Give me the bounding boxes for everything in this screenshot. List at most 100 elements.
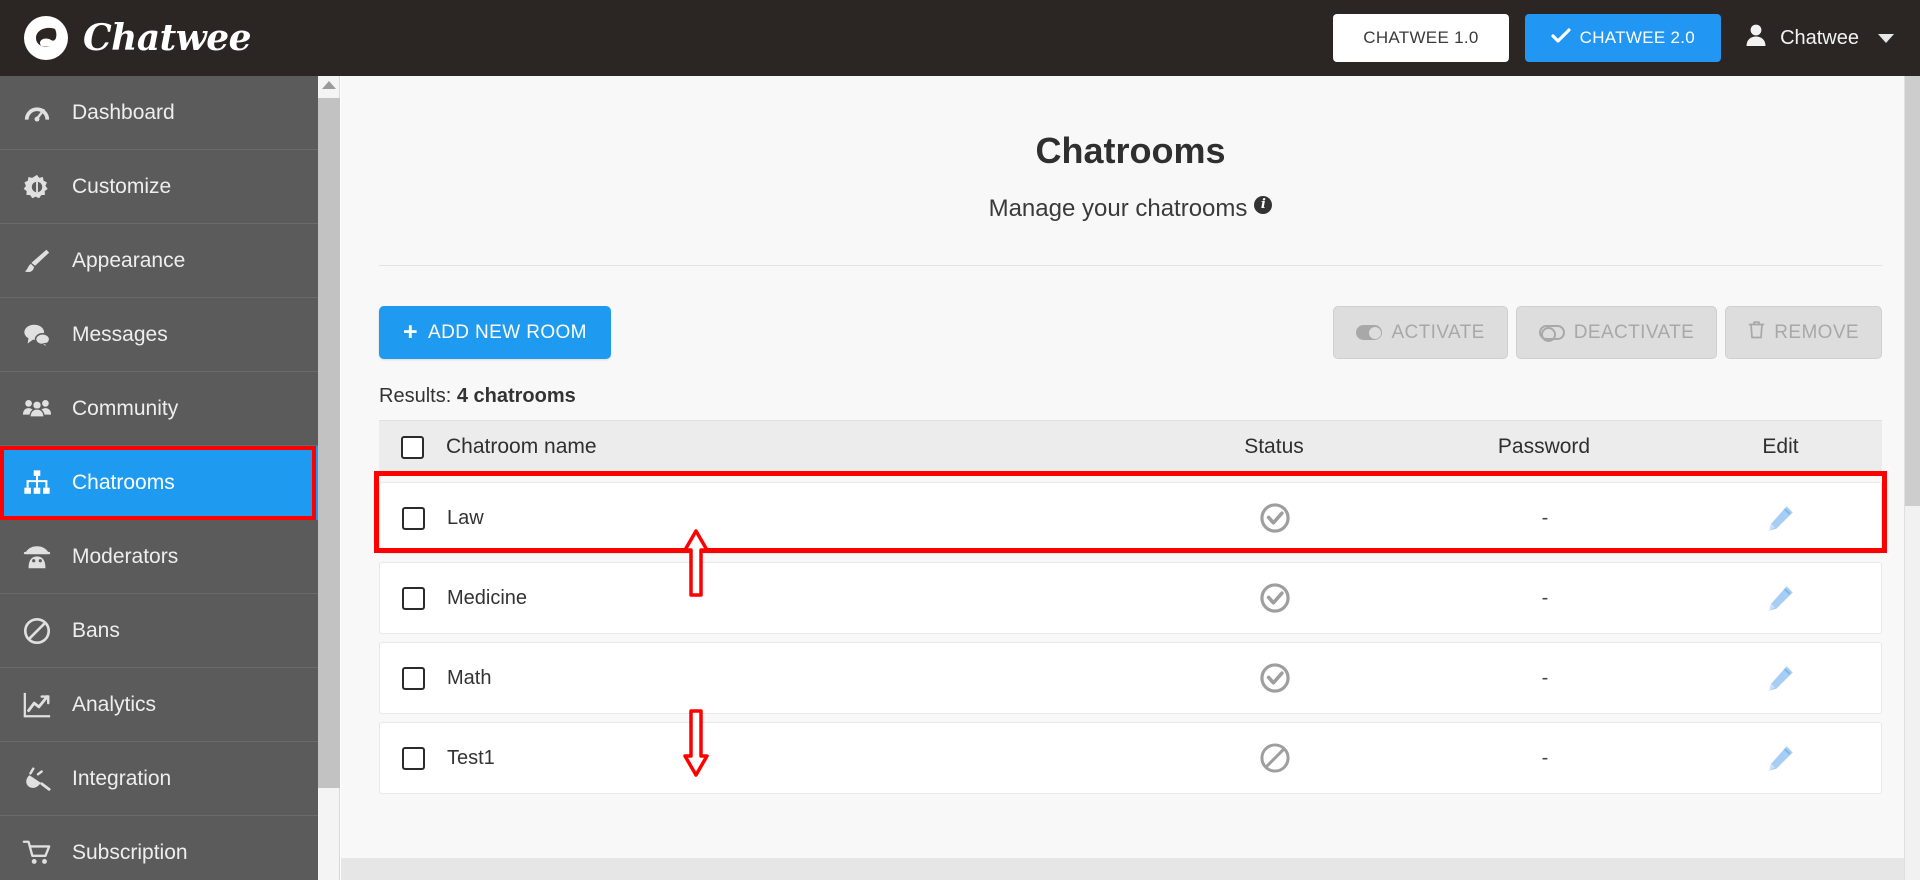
- table-row[interactable]: Test1 -: [379, 722, 1882, 794]
- chatwee-circle-logo-icon: [22, 14, 70, 62]
- row-edit-cell: [1680, 583, 1881, 613]
- password-value: -: [1541, 666, 1549, 689]
- plus-icon: +: [403, 318, 418, 346]
- check-icon: [1551, 27, 1571, 49]
- pencil-icon[interactable]: [1766, 743, 1796, 773]
- header-password: Password: [1497, 435, 1591, 458]
- chatrooms-table: Chatroom name Status Password Edit Law -: [379, 420, 1882, 794]
- scroll-up-arrow-icon[interactable]: [322, 81, 336, 89]
- chatroom-name: Law: [447, 506, 484, 529]
- row-checkbox[interactable]: [402, 746, 425, 770]
- password-value: -: [1541, 506, 1549, 529]
- chatroom-name: Test1: [447, 746, 495, 769]
- header-divider: [379, 265, 1882, 266]
- chat-bubbles-icon: [20, 320, 54, 350]
- main-scroll-thumb[interactable]: [1905, 76, 1920, 506]
- sidebar-item-label: Chatrooms: [72, 471, 175, 494]
- sidebar-item-label: Dashboard: [72, 100, 175, 124]
- sidebar-item-moderators[interactable]: Moderators: [0, 520, 318, 594]
- row-password-cell: -: [1410, 507, 1680, 530]
- deactivate-button[interactable]: DEACTIVATE: [1515, 306, 1718, 359]
- sidebar-item-label: Appearance: [72, 248, 186, 272]
- sidebar-item-label: Community: [72, 396, 179, 420]
- sidebar-item-customize[interactable]: Customize: [0, 150, 318, 224]
- chevron-down-icon: [1878, 33, 1894, 43]
- row-edit-cell: [1680, 663, 1881, 693]
- user-menu[interactable]: Chatwee: [1745, 23, 1894, 53]
- activate-label: ACTIVATE: [1391, 321, 1485, 343]
- row-status-cell: [1140, 741, 1410, 775]
- check-circle-icon: [1258, 661, 1292, 695]
- results-count-value: 4 chatrooms: [456, 385, 576, 407]
- user-avatar-icon: [1745, 23, 1767, 53]
- row-name-cell: Law: [380, 506, 1140, 530]
- info-circle-icon[interactable]: i: [1254, 196, 1273, 214]
- row-status-cell: [1140, 581, 1410, 615]
- pencil-icon[interactable]: [1766, 503, 1796, 533]
- header-edit: Edit: [1762, 435, 1799, 458]
- row-password-cell: -: [1410, 667, 1680, 690]
- row-status-cell: [1140, 501, 1410, 535]
- ban-circle-slash-icon: [20, 616, 54, 646]
- chatwee-2-label: CHATWEE 2.0: [1579, 28, 1696, 47]
- row-checkbox[interactable]: [402, 506, 425, 530]
- row-name-cell: Test1: [380, 746, 1140, 770]
- chatwee-2-button[interactable]: CHATWEE 2.0: [1524, 14, 1722, 62]
- header-chatroom-name-label: Chatroom name: [446, 435, 597, 458]
- table-row[interactable]: Medicine -: [379, 562, 1882, 634]
- row-checkbox[interactable]: [402, 586, 425, 610]
- sidebar-item-subscription[interactable]: Subscription: [0, 816, 318, 880]
- page-header: Chatrooms Manage your chatrooms i: [341, 76, 1920, 223]
- remove-button[interactable]: REMOVE: [1725, 306, 1882, 359]
- sidebar-scrollbar[interactable]: [318, 76, 340, 880]
- sidebar-item-analytics[interactable]: Analytics: [0, 668, 318, 742]
- sidebar-item-label: Customize: [72, 174, 172, 198]
- sidebar-item-label: Moderators: [72, 544, 179, 568]
- page-subtitle-wrap: Manage your chatrooms i: [989, 195, 1273, 223]
- header-chatroom-name: Chatroom name: [379, 435, 1139, 459]
- row-edit-cell: [1680, 503, 1881, 533]
- remove-label: REMOVE: [1774, 321, 1859, 343]
- password-value: -: [1541, 746, 1549, 769]
- row-edit-cell: [1680, 743, 1881, 773]
- sidebar-item-community[interactable]: Community: [0, 372, 318, 446]
- activate-button[interactable]: ACTIVATE: [1333, 306, 1508, 359]
- select-all-checkbox[interactable]: [401, 435, 424, 459]
- plug-icon: [20, 764, 54, 794]
- ban-circle-slash-icon: [1258, 741, 1292, 775]
- sidebar-item-bans[interactable]: Bans: [0, 594, 318, 668]
- brand-wordmark: Chatwee: [83, 17, 252, 59]
- password-value: -: [1541, 586, 1549, 609]
- row-name-cell: Math: [380, 666, 1140, 690]
- bulk-action-buttons: ACTIVATE DEACTIVATE REMOVE: [1333, 306, 1882, 359]
- paintbrush-icon: [20, 246, 54, 276]
- brand-logo[interactable]: Chatwee: [0, 14, 252, 62]
- page-subtitle: Manage your chatrooms: [988, 195, 1248, 222]
- add-new-room-label: ADD NEW ROOM: [428, 321, 587, 343]
- sitemap-icon: [20, 468, 54, 498]
- row-checkbox[interactable]: [402, 666, 425, 690]
- pencil-icon[interactable]: [1766, 583, 1796, 613]
- sidebar-nav: Dashboard Customize Appearance Messages …: [0, 76, 318, 880]
- row-status-cell: [1140, 661, 1410, 695]
- top-bar: Chatwee CHATWEE 1.0 CHATWEE 2.0 Chatwee: [0, 0, 1920, 76]
- sidebar-scroll-thumb[interactable]: [318, 98, 340, 788]
- dashboard-gauge-icon: [20, 98, 54, 128]
- header-status: Status: [1244, 435, 1304, 458]
- check-circle-icon: [1258, 501, 1292, 535]
- main-scrollbar[interactable]: [1904, 76, 1920, 880]
- chatwee-1-button[interactable]: CHATWEE 1.0: [1333, 14, 1509, 62]
- sidebar-item-messages[interactable]: Messages: [0, 298, 318, 372]
- sidebar-item-chatrooms[interactable]: Chatrooms: [0, 446, 318, 520]
- table-row[interactable]: Law -: [379, 482, 1882, 554]
- row-password-cell: -: [1410, 587, 1680, 610]
- sidebar-item-dashboard[interactable]: Dashboard: [0, 76, 318, 150]
- row-name-cell: Medicine: [380, 586, 1140, 610]
- table-row[interactable]: Math -: [379, 642, 1882, 714]
- pencil-icon[interactable]: [1766, 663, 1796, 693]
- add-new-room-button[interactable]: + ADD NEW ROOM: [379, 306, 611, 359]
- shopping-cart-icon: [20, 838, 54, 868]
- sidebar-item-integration[interactable]: Integration: [0, 742, 318, 816]
- deactivate-label: DEACTIVATE: [1573, 321, 1695, 343]
- sidebar-item-appearance[interactable]: Appearance: [0, 224, 318, 298]
